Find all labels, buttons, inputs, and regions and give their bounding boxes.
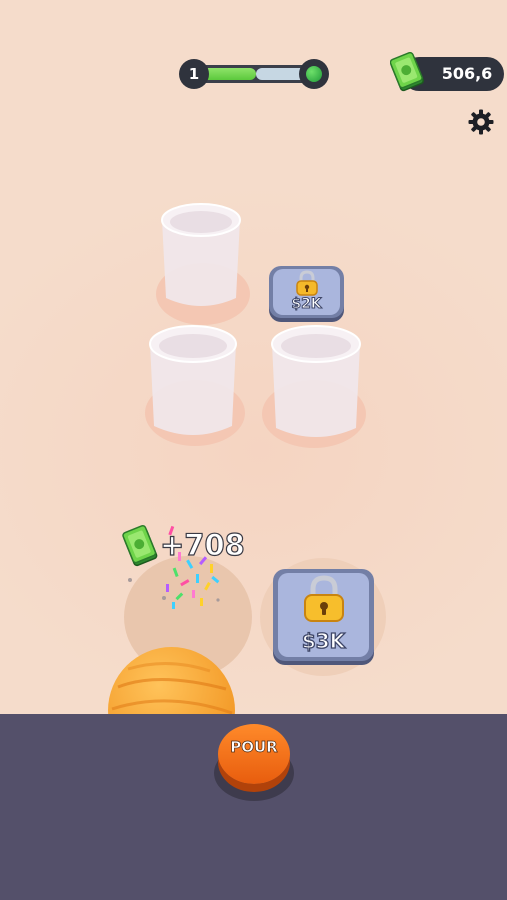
- glass-cup[interactable]: [146, 322, 240, 444]
- game-scene: 1 506,6 $2K $3K +708 POUR: [0, 0, 507, 900]
- green-orb-icon: [306, 66, 322, 82]
- level-progress-bar: 1: [179, 59, 329, 89]
- glass-cup[interactable]: [158, 202, 244, 314]
- pour-button-label: POUR: [230, 738, 278, 757]
- padlock-icon: [296, 270, 318, 296]
- padlock-icon: [304, 575, 344, 622]
- cash-stack-icon: [122, 524, 158, 567]
- lock-price: $2K: [291, 296, 322, 313]
- next-level-badge: [299, 59, 329, 89]
- floor-highlight: [0, 180, 507, 720]
- money-value: 506,6: [441, 64, 493, 83]
- progress-track: [193, 65, 315, 83]
- locked-slot-3k[interactable]: $3K: [273, 569, 374, 661]
- cash-stack-icon: [390, 52, 424, 92]
- lock-price: $3K: [301, 628, 346, 653]
- pour-button[interactable]: POUR: [218, 724, 290, 784]
- reward-amount: +708: [159, 527, 245, 562]
- locked-slot-2k[interactable]: $2K: [269, 266, 344, 318]
- glass-cup[interactable]: [268, 322, 364, 446]
- current-level: 1: [179, 59, 209, 89]
- gear-icon[interactable]: [467, 108, 495, 136]
